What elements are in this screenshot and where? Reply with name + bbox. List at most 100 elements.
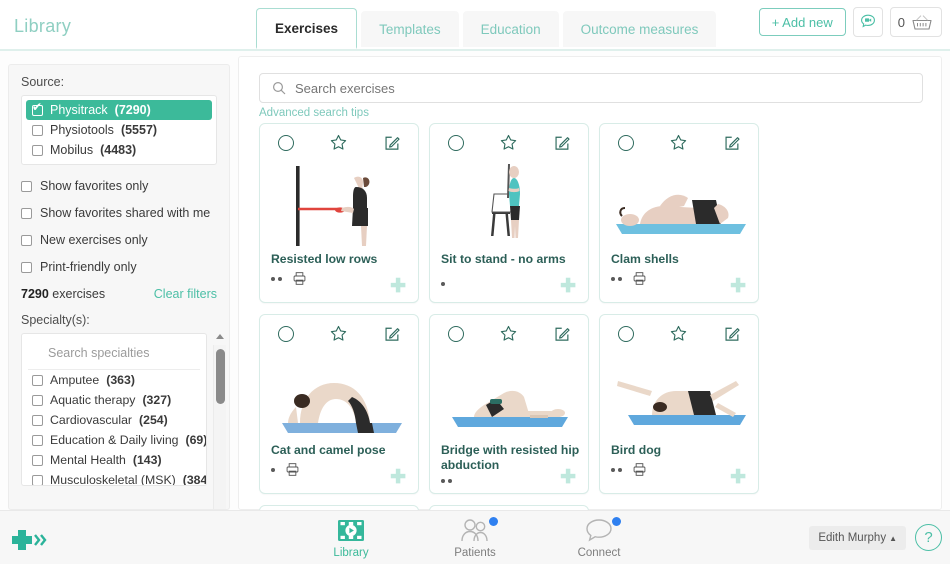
nav-item-connect[interactable]: Connect: [560, 517, 638, 559]
edit-icon[interactable]: [383, 325, 401, 343]
difficulty-dots: [611, 467, 622, 472]
bottom-nav-items: Library Patients Connect: [0, 517, 950, 559]
add-to-cart-icon[interactable]: ✚: [560, 277, 576, 296]
search-icon: [272, 81, 286, 95]
edit-icon[interactable]: [553, 134, 571, 152]
video-message-button[interactable]: [852, 7, 883, 37]
tab-exercises[interactable]: Exercises: [256, 8, 358, 49]
tab-education[interactable]: Education: [462, 11, 559, 47]
edit-icon[interactable]: [723, 134, 741, 152]
specialty-item-amputee[interactable]: Amputee (363): [22, 370, 206, 390]
printer-icon[interactable]: [292, 271, 307, 286]
add-to-cart-icon[interactable]: ✚: [390, 468, 406, 487]
tab-templates[interactable]: Templates: [361, 11, 459, 47]
filter-print-friendly-only[interactable]: Print-friendly only: [21, 260, 217, 274]
add-to-cart-icon[interactable]: ✚: [730, 277, 746, 296]
exercise-card[interactable]: ✚ Bridge with resisted hip abduction: [429, 314, 589, 494]
favorite-star-icon[interactable]: [669, 324, 688, 343]
edit-icon[interactable]: [723, 325, 741, 343]
tab-outcome-measures[interactable]: Outcome measures: [562, 11, 717, 47]
exercise-title: Bridge with resisted hip abduction: [441, 443, 580, 473]
edit-icon[interactable]: [383, 134, 401, 152]
favorite-star-icon[interactable]: [329, 133, 348, 152]
card-action-icons: [260, 324, 418, 343]
favorite-star-icon[interactable]: [499, 324, 518, 343]
top-actions: + Add new 0: [758, 7, 942, 37]
edit-icon[interactable]: [553, 325, 571, 343]
select-circle-icon[interactable]: [617, 325, 634, 342]
search-bar[interactable]: [259, 73, 923, 103]
checkbox-icon[interactable]: [21, 207, 32, 219]
exercise-card[interactable]: ✚ Resisted low rows: [259, 123, 419, 303]
difficulty-dots: [441, 282, 445, 286]
select-circle-icon[interactable]: [447, 325, 464, 342]
add-to-cart-icon[interactable]: ✚: [730, 468, 746, 487]
difficulty-dots: [271, 467, 275, 472]
exercise-card[interactable]: ✚ Cat and camel pose: [259, 314, 419, 494]
select-circle-icon[interactable]: [447, 134, 464, 151]
select-circle-icon[interactable]: [277, 134, 294, 151]
specialty-count: (143): [132, 453, 162, 467]
checkbox-icon[interactable]: [32, 394, 43, 406]
page-title: Library: [14, 16, 72, 36]
exercise-title: Clam shells: [611, 252, 679, 266]
favorite-star-icon[interactable]: [669, 133, 688, 152]
checkbox-icon[interactable]: [21, 180, 32, 192]
checkbox-icon[interactable]: [32, 414, 43, 426]
search-input[interactable]: [295, 80, 895, 96]
specialty-item-mental-health[interactable]: Mental Health (143): [22, 450, 206, 470]
user-menu-button[interactable]: Edith Murphy ▲: [809, 526, 906, 550]
filter-new-exercises-only[interactable]: New exercises only: [21, 233, 217, 247]
source-count: (5557): [120, 123, 158, 137]
select-circle-icon[interactable]: [617, 134, 634, 151]
difficulty-dots: [271, 276, 282, 281]
checkbox-icon[interactable]: [32, 101, 43, 116]
patients-notification-badge: [489, 517, 498, 526]
specialty-item-cardiovascular[interactable]: Cardiovascular (254): [22, 410, 206, 430]
favorite-star-icon[interactable]: [499, 133, 518, 152]
exercise-card[interactable]: ✚ Bird dog: [599, 314, 759, 494]
source-item-physitrack[interactable]: Physitrack (7290): [26, 100, 212, 120]
nav-item-patients[interactable]: Patients: [436, 517, 514, 559]
filter-show-favorites-only[interactable]: Show favorites only: [21, 179, 217, 193]
printer-icon[interactable]: [632, 271, 647, 286]
specialty-item-musculoskeletal[interactable]: Musculoskeletal (MSK) (3841): [22, 470, 206, 485]
add-new-button[interactable]: + Add new: [758, 8, 846, 36]
add-to-cart-icon[interactable]: ✚: [390, 277, 406, 296]
scroll-up-arrow-icon[interactable]: [216, 334, 224, 339]
checkbox-icon[interactable]: [32, 144, 43, 156]
select-circle-icon[interactable]: [277, 325, 294, 342]
printer-icon[interactable]: [285, 462, 300, 477]
specialty-count: (327): [142, 393, 172, 407]
checkbox-icon[interactable]: [32, 374, 43, 386]
source-label: Source:: [21, 75, 65, 89]
checkbox-icon[interactable]: [21, 261, 32, 273]
nav-item-library[interactable]: Library: [312, 517, 390, 559]
advanced-search-tips-link[interactable]: Advanced search tips: [259, 107, 369, 119]
checkbox-icon[interactable]: [32, 124, 43, 136]
cart-button[interactable]: 0: [889, 7, 942, 37]
help-button[interactable]: ?: [915, 524, 942, 551]
specialty-scrollbar[interactable]: [213, 334, 226, 509]
source-item-physiotools[interactable]: Physiotools (5557): [26, 120, 212, 140]
clear-filters-button[interactable]: Clear filters: [154, 287, 217, 301]
printer-icon[interactable]: [632, 462, 647, 477]
exercise-card[interactable]: ✚ Clam shells: [599, 123, 759, 303]
checkbox-icon[interactable]: [21, 234, 32, 246]
specialty-item-education-daily-living[interactable]: Education & Daily living (69): [22, 430, 206, 450]
exercise-title: Resisted low rows: [271, 252, 378, 266]
filter-label: Print-friendly only: [40, 260, 137, 274]
checkbox-icon[interactable]: [32, 454, 43, 466]
specialty-label-text: Cardiovascular: [50, 413, 133, 427]
filter-favorites-shared-with-me[interactable]: Show favorites shared with me: [21, 206, 217, 220]
scrollbar-thumb[interactable]: [216, 349, 225, 404]
source-item-mobilus[interactable]: Mobilus (4483): [26, 140, 212, 160]
specialty-search-input[interactable]: Search specialties: [28, 340, 200, 370]
specialty-label-text: Mental Health: [50, 453, 126, 467]
exercise-card[interactable]: ✚ Sit to stand - no arms: [429, 123, 589, 303]
checkbox-icon[interactable]: [32, 474, 43, 485]
exercise-thumbnail: [617, 381, 746, 425]
checkbox-icon[interactable]: [32, 434, 43, 446]
favorite-star-icon[interactable]: [329, 324, 348, 343]
specialty-item-aquatic-therapy[interactable]: Aquatic therapy (327): [22, 390, 206, 410]
